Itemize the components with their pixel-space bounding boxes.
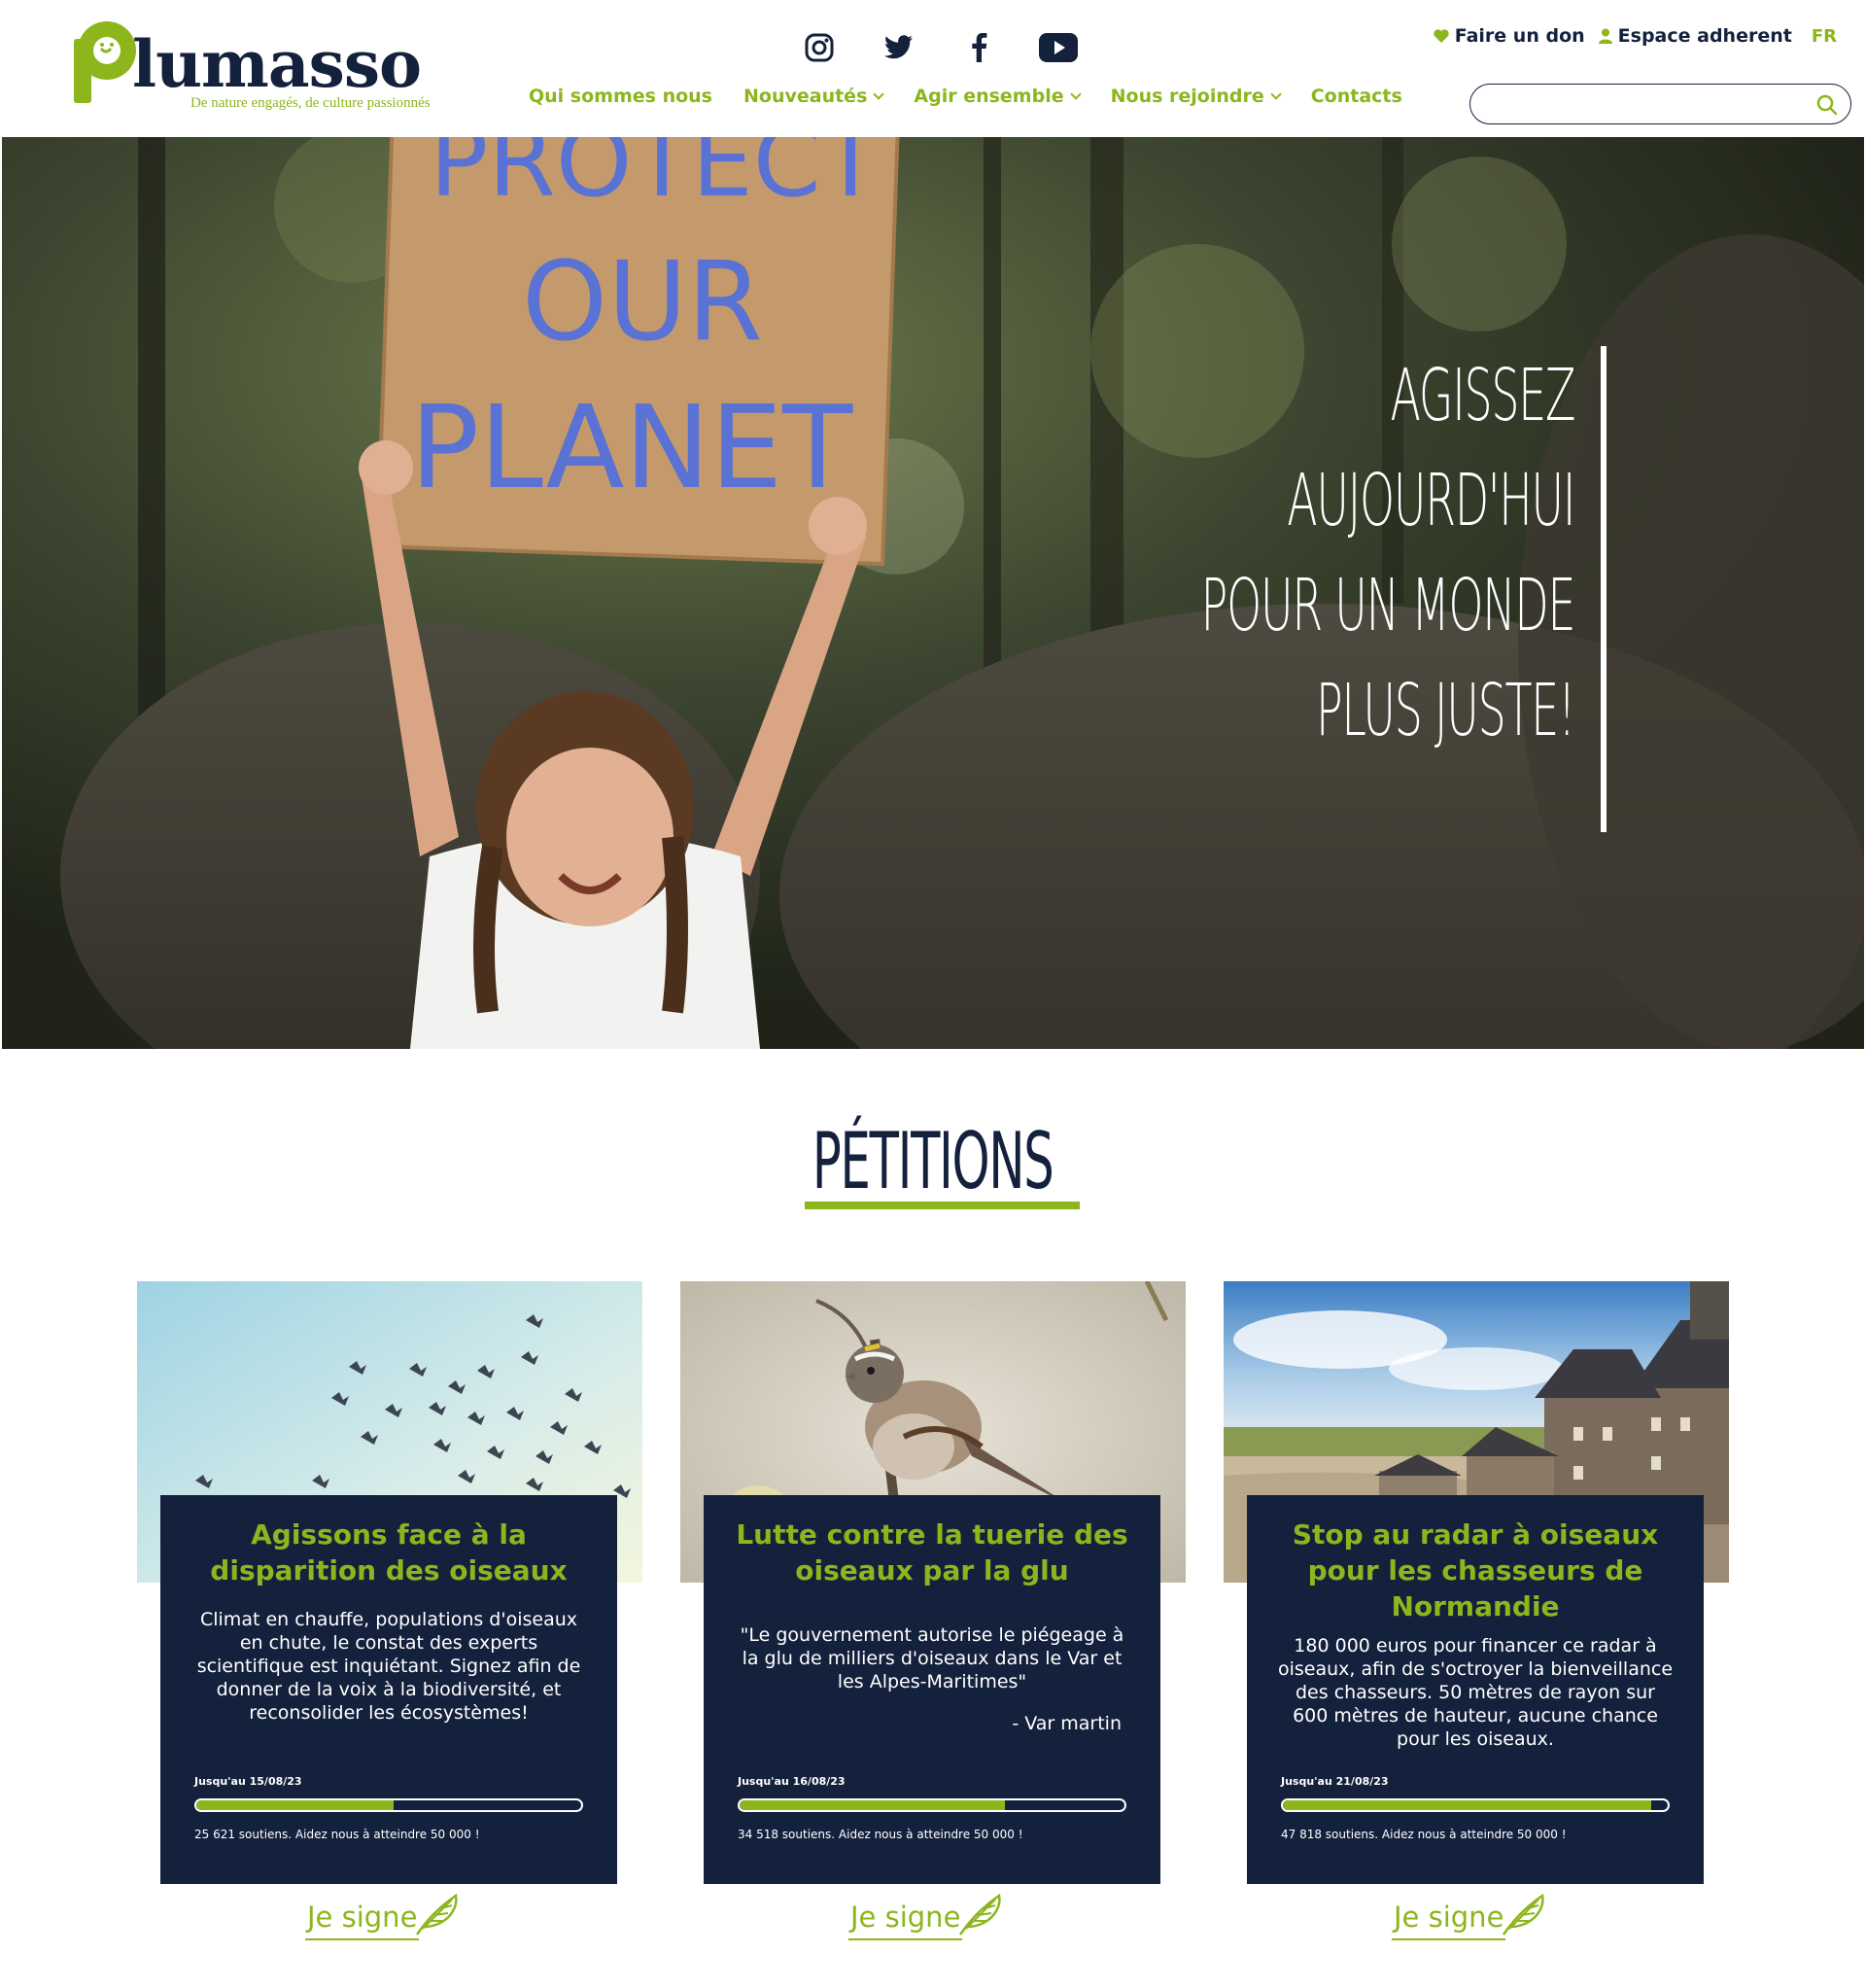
- nav-label: Nous rejoindre: [1110, 86, 1264, 107]
- hero-line: AUJOURD'HUI: [1287, 459, 1575, 542]
- progress-fill: [740, 1800, 1006, 1810]
- sign-line-1: PROTECT: [430, 137, 881, 219]
- sign-label: Je signe: [1392, 1900, 1506, 1940]
- top-links: Faire un don Espace adherent FR: [1434, 25, 1837, 47]
- feather-icon: [416, 1893, 459, 1936]
- nav-label: Agir ensemble: [914, 86, 1064, 107]
- petition-card: Agissons face à la disparition des oisea…: [137, 1281, 642, 1981]
- language-switcher[interactable]: FR: [1812, 26, 1837, 47]
- nav-item-agir-ensemble[interactable]: Agir ensemble: [914, 86, 1082, 107]
- site-header: lumasso De nature engagés, de culture pa…: [0, 0, 1866, 137]
- nav-label: Contacts: [1310, 86, 1402, 107]
- chevron-down-icon: [1069, 88, 1082, 100]
- sign-label: Je signe: [848, 1900, 963, 1940]
- logo-tagline: De nature engagés, de culture passionnés: [190, 95, 431, 111]
- nav-item-nous-rejoindre[interactable]: Nous rejoindre: [1110, 86, 1282, 107]
- sign-petition-button[interactable]: Je signe: [1392, 1892, 1548, 1940]
- social-links: [797, 25, 1081, 70]
- nav-item-qui-sommes-nous[interactable]: Qui sommes nous: [529, 86, 712, 107]
- petition-card: Stop au radar à oiseaux pour les chasseu…: [1224, 1281, 1729, 1981]
- sign-line-3: PLANET: [410, 380, 853, 514]
- petition-card-body: Agissons face à la disparition des oisea…: [160, 1495, 617, 1884]
- heading-underline: [805, 1202, 1080, 1209]
- heart-icon: [1434, 29, 1449, 43]
- feather-icon: [959, 1893, 1002, 1936]
- youtube-icon[interactable]: [1036, 25, 1081, 70]
- petition-attribution: - Var martin: [1012, 1713, 1122, 1734]
- petition-progress-bar: [738, 1798, 1126, 1812]
- chevron-down-icon: [873, 88, 885, 100]
- chevron-down-icon: [1270, 88, 1282, 100]
- user-icon: [1598, 28, 1612, 44]
- search-box: [1469, 84, 1851, 124]
- petition-description: 180 000 euros pour financer ce radar à o…: [1277, 1635, 1674, 1750]
- petition-deadline: Jusqu'au 21/08/23: [1281, 1775, 1389, 1788]
- logo-wordmark: lumasso: [132, 26, 422, 102]
- hero-line: AGISSEZ: [1390, 354, 1575, 437]
- nav-label: Nouveautés: [743, 86, 868, 107]
- petition-title[interactable]: Lutte contre la tuerie des oiseaux par l…: [733, 1517, 1131, 1588]
- progress-fill: [1283, 1800, 1651, 1810]
- main-nav: Qui sommes nous Nouveautés Agir ensemble…: [529, 86, 1434, 107]
- sign-line-2: OUR: [522, 239, 763, 366]
- instagram-icon[interactable]: [797, 25, 842, 70]
- nav-label: Qui sommes nous: [529, 86, 712, 107]
- hero-photo: PROTECT OUR PLANET: [2, 137, 1864, 1049]
- petition-supporters: 47 818 soutiens. Aidez nous à atteindre …: [1281, 1828, 1567, 1841]
- petition-title[interactable]: Stop au radar à oiseaux pour les chasseu…: [1276, 1517, 1675, 1624]
- petition-deadline: Jusqu'au 15/08/23: [194, 1775, 302, 1788]
- logo[interactable]: lumasso De nature engagés, de culture pa…: [72, 21, 461, 119]
- twitter-icon[interactable]: [877, 25, 921, 70]
- section-title: PÉTITIONS: [812, 1116, 1054, 1206]
- donate-link[interactable]: Faire un don: [1434, 25, 1585, 47]
- sign-label: Je signe: [305, 1900, 420, 1940]
- hero-banner: PROTECT OUR PLANET AGISSEZ AUJOURD'HUI P…: [2, 137, 1864, 1049]
- petitions-heading: PÉTITIONS: [0, 1118, 1866, 1205]
- petition-progress-bar: [1281, 1798, 1670, 1812]
- progress-fill: [196, 1800, 394, 1810]
- petition-card-body: Stop au radar à oiseaux pour les chasseu…: [1247, 1495, 1704, 1884]
- petition-card-body: Lutte contre la tuerie des oiseaux par l…: [704, 1495, 1160, 1884]
- search-input[interactable]: [1488, 90, 1799, 118]
- search-icon[interactable]: [1815, 93, 1839, 117]
- hero-line: PLUS JUSTE!: [1315, 669, 1575, 752]
- petition-title[interactable]: Agissons face à la disparition des oisea…: [190, 1517, 588, 1588]
- hero-slogan: AGISSEZ AUJOURD'HUI POUR UN MONDE PLUS J…: [972, 343, 1575, 763]
- petition-card: Lutte contre la tuerie des oiseaux par l…: [680, 1281, 1186, 1981]
- petition-description: Climat en chauffe, populations d'oiseaux…: [196, 1609, 581, 1724]
- petition-supporters: 34 518 soutiens. Aidez nous à atteindre …: [738, 1828, 1023, 1841]
- member-area-link[interactable]: Espace adherent: [1598, 25, 1792, 47]
- facebook-icon[interactable]: [956, 25, 1001, 70]
- petition-deadline: Jusqu'au 16/08/23: [738, 1775, 846, 1788]
- petition-progress-bar: [194, 1798, 583, 1812]
- member-label: Espace adherent: [1617, 25, 1792, 47]
- nav-item-contacts[interactable]: Contacts: [1311, 86, 1402, 107]
- hero-line: POUR UN MONDE: [1200, 564, 1575, 647]
- petition-description: "Le gouvernement autorise le piégeage à …: [740, 1624, 1124, 1692]
- feather-icon: [1503, 1893, 1545, 1936]
- sign-petition-button[interactable]: Je signe: [848, 1892, 1005, 1940]
- nav-item-nouveautes[interactable]: Nouveautés: [743, 86, 885, 107]
- sign-petition-button[interactable]: Je signe: [305, 1892, 462, 1940]
- hero-divider: [1601, 346, 1607, 832]
- petition-supporters: 25 621 soutiens. Aidez nous à atteindre …: [194, 1828, 480, 1841]
- donate-label: Faire un don: [1454, 25, 1585, 47]
